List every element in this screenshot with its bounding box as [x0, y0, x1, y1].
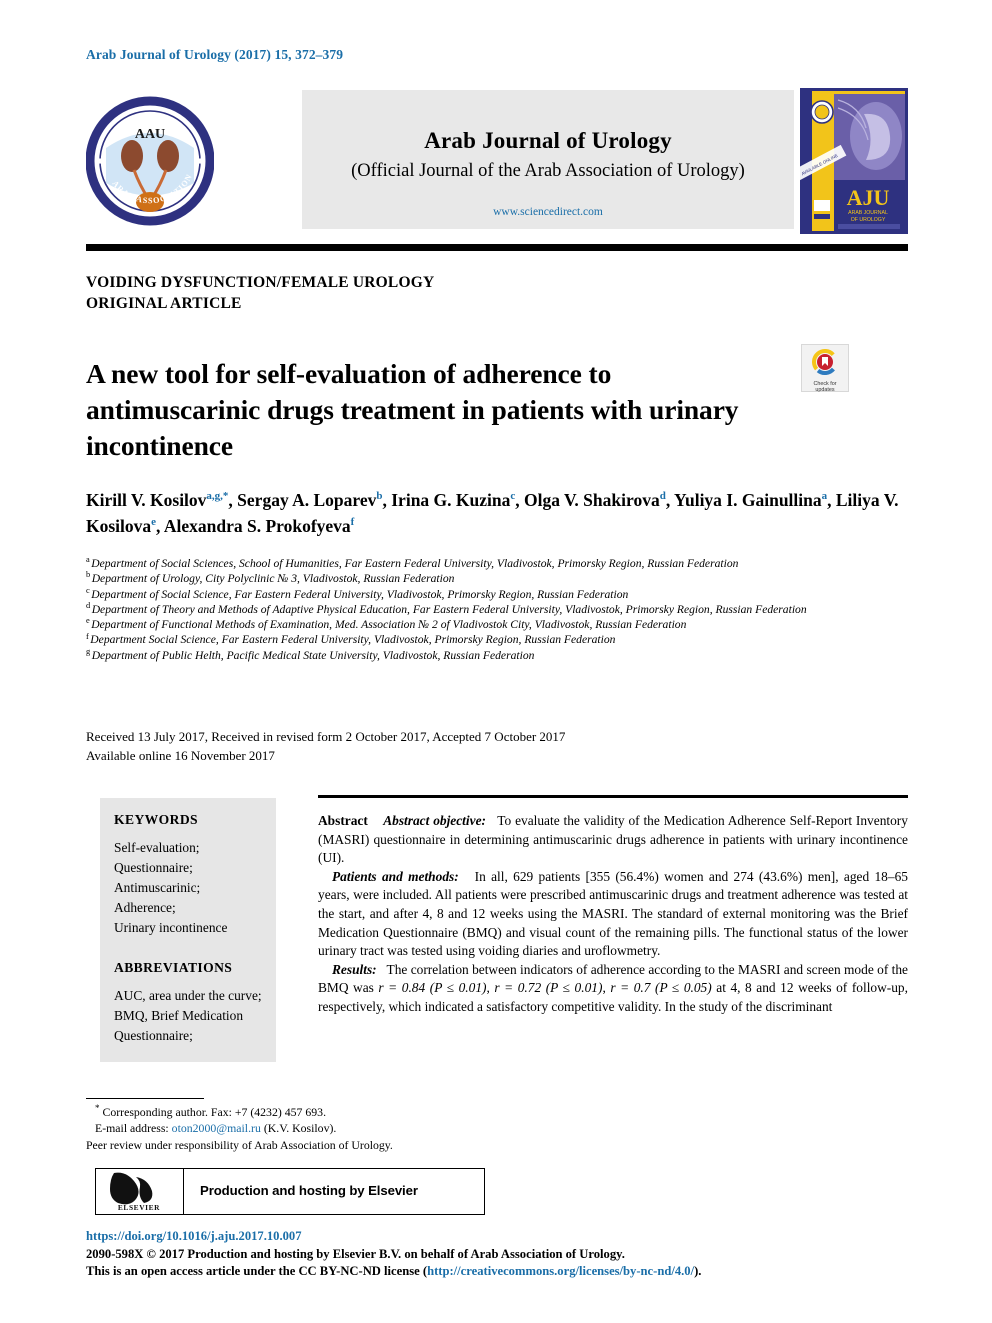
- svg-text:OF UROLOGY: OF UROLOGY: [851, 217, 886, 223]
- affiliation-text: Department of Functional Methods of Exam…: [91, 618, 687, 632]
- svg-text:AJU: AJU: [847, 185, 890, 210]
- keyword-item: Antimuscarinic;: [114, 880, 201, 895]
- footnote-corresponding-text: Corresponding author. Fax: +7 (4232) 457…: [102, 1105, 327, 1119]
- svg-text:AAU: AAU: [135, 127, 165, 142]
- affiliation-item: a Department of Social Sciences, School o…: [86, 555, 908, 571]
- section-heading-line2: ORIGINAL ARTICLE: [86, 295, 242, 312]
- abstract-body: Abstract Abstract objective: To evaluate…: [318, 812, 908, 1017]
- abstract-methods-label: Patients and methods:: [332, 868, 459, 884]
- affiliation-list: a Department of Social Sciences, School o…: [86, 555, 908, 663]
- affiliation-text: Department of Social Sciences, School of…: [91, 557, 739, 570]
- crossmark-line2: updates: [815, 387, 835, 394]
- affiliation-text: Department of Urology, City Polyclinic №…: [91, 572, 455, 586]
- keywords-items: Self-evaluation; Questionnaire; Antimuscar…: [114, 838, 262, 938]
- keyword-item: BMQ, Brief Medication Questionnaire;: [114, 1008, 244, 1043]
- abbreviations-heading: ABBREVIATIONS: [114, 960, 233, 975]
- author-name: Alexandra S. Prokofyeva: [163, 516, 351, 536]
- author-name: Kirill V. Kosilov: [86, 490, 207, 510]
- license-prefix: This is an open access article under the…: [86, 1264, 428, 1279]
- article-history: Received 13 July 2017, Received in revis…: [86, 727, 786, 765]
- abstract-stat-1: r = 0.84: [378, 980, 426, 996]
- journal-title: Arab Journal of Urology: [424, 128, 672, 153]
- email-owner: (K.V. Kosilov).: [263, 1121, 337, 1136]
- affiliation-text: Department of Theory and Methods of Adap…: [91, 602, 807, 616]
- affiliation-item: g Department of Public Helth, Pacific Med…: [86, 647, 908, 663]
- footnote-email: E-mail address: oton2000@mail.ru (K.V. K…: [86, 1120, 706, 1136]
- journal-title-banner: Arab Journal of Urology (Official Journa…: [302, 90, 794, 229]
- abstract-objective-label: Abstract objective:: [383, 813, 486, 828]
- abstract-label: Abstract: [318, 813, 368, 828]
- footnote-divider: [86, 1098, 204, 1099]
- affiliation-item: c Department of Social Science, Far Easte…: [86, 586, 908, 602]
- author-name: Yuliya I. Gainullina: [673, 490, 822, 510]
- footnote-corresponding: * Corresponding author. Fax: +7 (4232) 4…: [86, 1104, 706, 1120]
- crossmark-icon: [812, 349, 838, 375]
- abstract-p-3: (P ≤ 0.05): [654, 980, 712, 996]
- footnotes: * Corresponding author. Fax: +7 (4232) 4…: [86, 1104, 706, 1153]
- svg-text:ARAB JOURNAL: ARAB JOURNAL: [848, 210, 888, 216]
- page-title: A new tool for self-evaluation of adhere…: [86, 358, 739, 462]
- abstract-objective: Abstract Abstract objective: To evaluate…: [318, 812, 908, 868]
- crossmark-label: Check for updates: [802, 381, 848, 393]
- keyword-item: Urinary incontinence: [114, 920, 228, 935]
- author-name: Irina G. Kuzina: [391, 490, 511, 510]
- abstract-divider: [318, 795, 908, 798]
- affiliation-item: d Department of Theory and Methods of Ada…: [86, 601, 908, 617]
- history-online: Available online 16 November 2017: [86, 748, 275, 763]
- license-line: This is an open access article under the…: [86, 1263, 916, 1281]
- keyword-item: AUC, area under the curve;: [114, 988, 262, 1003]
- abstract-p-1: (P ≤ 0.01): [429, 980, 487, 996]
- sciencedirect-url[interactable]: www.sciencedirect.com: [302, 206, 794, 218]
- running-head: Arab Journal of Urology (2017) 15, 372–3…: [86, 47, 344, 62]
- abbreviations-items: AUC, area under the curve; BMQ, Brief Med…: [114, 986, 262, 1046]
- history-received: Received 13 July 2017, Received in revis…: [86, 729, 566, 744]
- affiliation-item: f Department Social Science, Far Eastern …: [86, 632, 908, 647]
- elsevier-hosting-box: ELSEVIER Production and hosting by Elsev…: [95, 1168, 485, 1215]
- abstract-results-label: Results:: [332, 961, 377, 977]
- section-heading: VOIDING DYSFUNCTION/FEMALE UROLOGY ORIGI…: [86, 272, 434, 314]
- author-name: Olga V. Shakirova: [524, 490, 660, 510]
- crossmark-badge[interactable]: Check for updates: [801, 344, 849, 393]
- section-heading-line1: VOIDING DYSFUNCTION/FEMALE UROLOGY: [86, 274, 435, 291]
- elsevier-hosting-label: Production and hosting by Elsevier: [200, 1183, 418, 1198]
- email-label: E-mail address:: [95, 1121, 169, 1136]
- copyright-block: https://doi.org/10.1016/j.aju.2017.10.00…: [86, 1228, 916, 1281]
- author-affiliation-marker: f: [350, 516, 355, 529]
- keywords-panel: KEYWORDS Self-evaluation; Questionnaire; A…: [100, 798, 276, 1062]
- footnote-peer-review: Peer review under responsibility of Arab…: [86, 1137, 393, 1152]
- keyword-item: Self-evaluation;: [114, 840, 200, 855]
- license-link[interactable]: http://creativecommons.org/licenses/by-n…: [427, 1264, 694, 1278]
- journal-cover-thumbnail: AJU ARAB JOURNAL OF UROLOGY AVAILABLE ON…: [793, 88, 908, 234]
- svg-text:ELSEVIER: ELSEVIER: [118, 1203, 160, 1212]
- masthead-divider: [86, 244, 908, 251]
- article-first-page: Arab Journal of Urology (2017) 15, 372–3…: [0, 0, 992, 1323]
- abstract-stat-3: r = 0.7: [610, 980, 651, 996]
- keywords-heading: KEYWORDS: [114, 812, 199, 827]
- journal-masthead: AAU ARAB ASSOCIATION OF UROLOGY الجمعية …: [82, 81, 908, 234]
- abstract-methods: Patients and methods: In all, 629 patien…: [318, 868, 908, 961]
- affiliation-text: Department Social Science, Far Eastern F…: [90, 633, 616, 647]
- keyword-item: Questionnaire;: [114, 860, 193, 875]
- license-suffix: ).: [694, 1264, 702, 1279]
- affiliation-text: Department of Public Helth, Pacific Medi…: [91, 648, 535, 662]
- keyword-item: Adherence;: [114, 900, 176, 915]
- author-list: Kirill V. Kosilova,g,*, Sergay A. Lopare…: [86, 490, 899, 536]
- author-affiliation-marker: a,g,*: [206, 490, 229, 503]
- affiliation-item: b Department of Urology, City Polyclinic …: [86, 571, 908, 586]
- aau-logo: AAU ARAB ASSOCIATION OF UROLOGY الجمعية …: [82, 81, 215, 234]
- author-name: Sergay A. Loparev: [237, 490, 377, 510]
- affiliation-text: Department of Social Science, Far Easter…: [91, 587, 629, 601]
- copyright-line: 2090-598X © 2017 Production and hosting …: [86, 1246, 625, 1261]
- email-link[interactable]: oton2000@mail.ru: [172, 1121, 261, 1135]
- elsevier-logo: ELSEVIER: [96, 1169, 184, 1214]
- affiliation-item: e Department of Functional Methods of Exa…: [86, 617, 908, 632]
- doi-link[interactable]: https://doi.org/10.1016/j.aju.2017.10.00…: [86, 1228, 916, 1246]
- abstract-p-2: (P ≤ 0.01): [545, 980, 603, 996]
- asterisk-marker: *: [95, 1103, 100, 1114]
- journal-subtitle: (Official Journal of the Arab Associatio…: [351, 161, 745, 181]
- abstract-results: Results: The correlation between indicat…: [318, 961, 908, 1014]
- abstract-stat-2: r = 0.72: [494, 980, 542, 996]
